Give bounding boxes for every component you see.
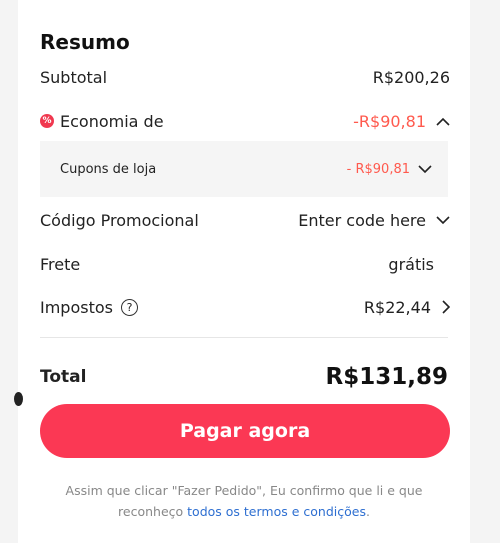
subtotal-value: R$200,26 xyxy=(372,67,450,87)
savings-label: Economia de xyxy=(60,111,164,131)
subtotal-row: Subtotal R$200,26 xyxy=(40,64,450,90)
chevron-down-icon[interactable] xyxy=(436,215,450,225)
discount-badge-icon: % xyxy=(40,114,54,128)
chevron-up-icon[interactable] xyxy=(436,117,450,126)
shipping-label: Frete xyxy=(40,254,81,274)
promo-code-row[interactable]: Código Promocional Enter code here xyxy=(40,207,450,233)
coupon-breakdown: Cupons de loja - R$90,81 xyxy=(40,141,448,197)
taxes-row[interactable]: Impostos ? R$22,44 xyxy=(40,294,450,320)
chevron-right-icon[interactable] xyxy=(441,300,450,314)
total-label: Total xyxy=(40,367,87,387)
total-row: Total R$131,89 xyxy=(40,362,448,392)
coupon-value: - R$90,81 xyxy=(346,161,410,177)
disclaimer-end: . xyxy=(365,504,370,519)
promo-label: Código Promocional xyxy=(40,210,199,230)
taxes-value: R$22,44 xyxy=(363,297,431,317)
pay-now-button[interactable]: Pagar agora xyxy=(40,404,450,458)
subtotal-label: Subtotal xyxy=(40,67,108,87)
help-icon[interactable]: ? xyxy=(120,298,138,316)
coupon-row[interactable]: Cupons de loja - R$90,81 xyxy=(60,157,432,181)
total-value: R$131,89 xyxy=(325,364,448,390)
savings-value: -R$90,81 xyxy=(353,111,426,131)
terms-link[interactable]: todos os termos e condições xyxy=(187,504,366,519)
taxes-label: Impostos xyxy=(40,297,113,317)
terms-disclaimer: Assim que clicar "Fazer Pedido", Eu conf… xyxy=(40,480,448,522)
chevron-down-icon[interactable] xyxy=(418,164,432,174)
order-summary-card: Resumo Subtotal R$200,26 % Economia de -… xyxy=(14,0,470,543)
divider xyxy=(40,337,448,338)
savings-row[interactable]: % Economia de -R$90,81 xyxy=(40,108,450,134)
promo-input[interactable]: Enter code here xyxy=(298,211,426,230)
summary-title: Resumo xyxy=(40,30,130,54)
coupon-label: Cupons de loja xyxy=(60,161,157,177)
shipping-row: Frete grátis xyxy=(40,251,450,277)
edge-marker xyxy=(14,392,23,406)
shipping-value: grátis xyxy=(388,254,434,274)
